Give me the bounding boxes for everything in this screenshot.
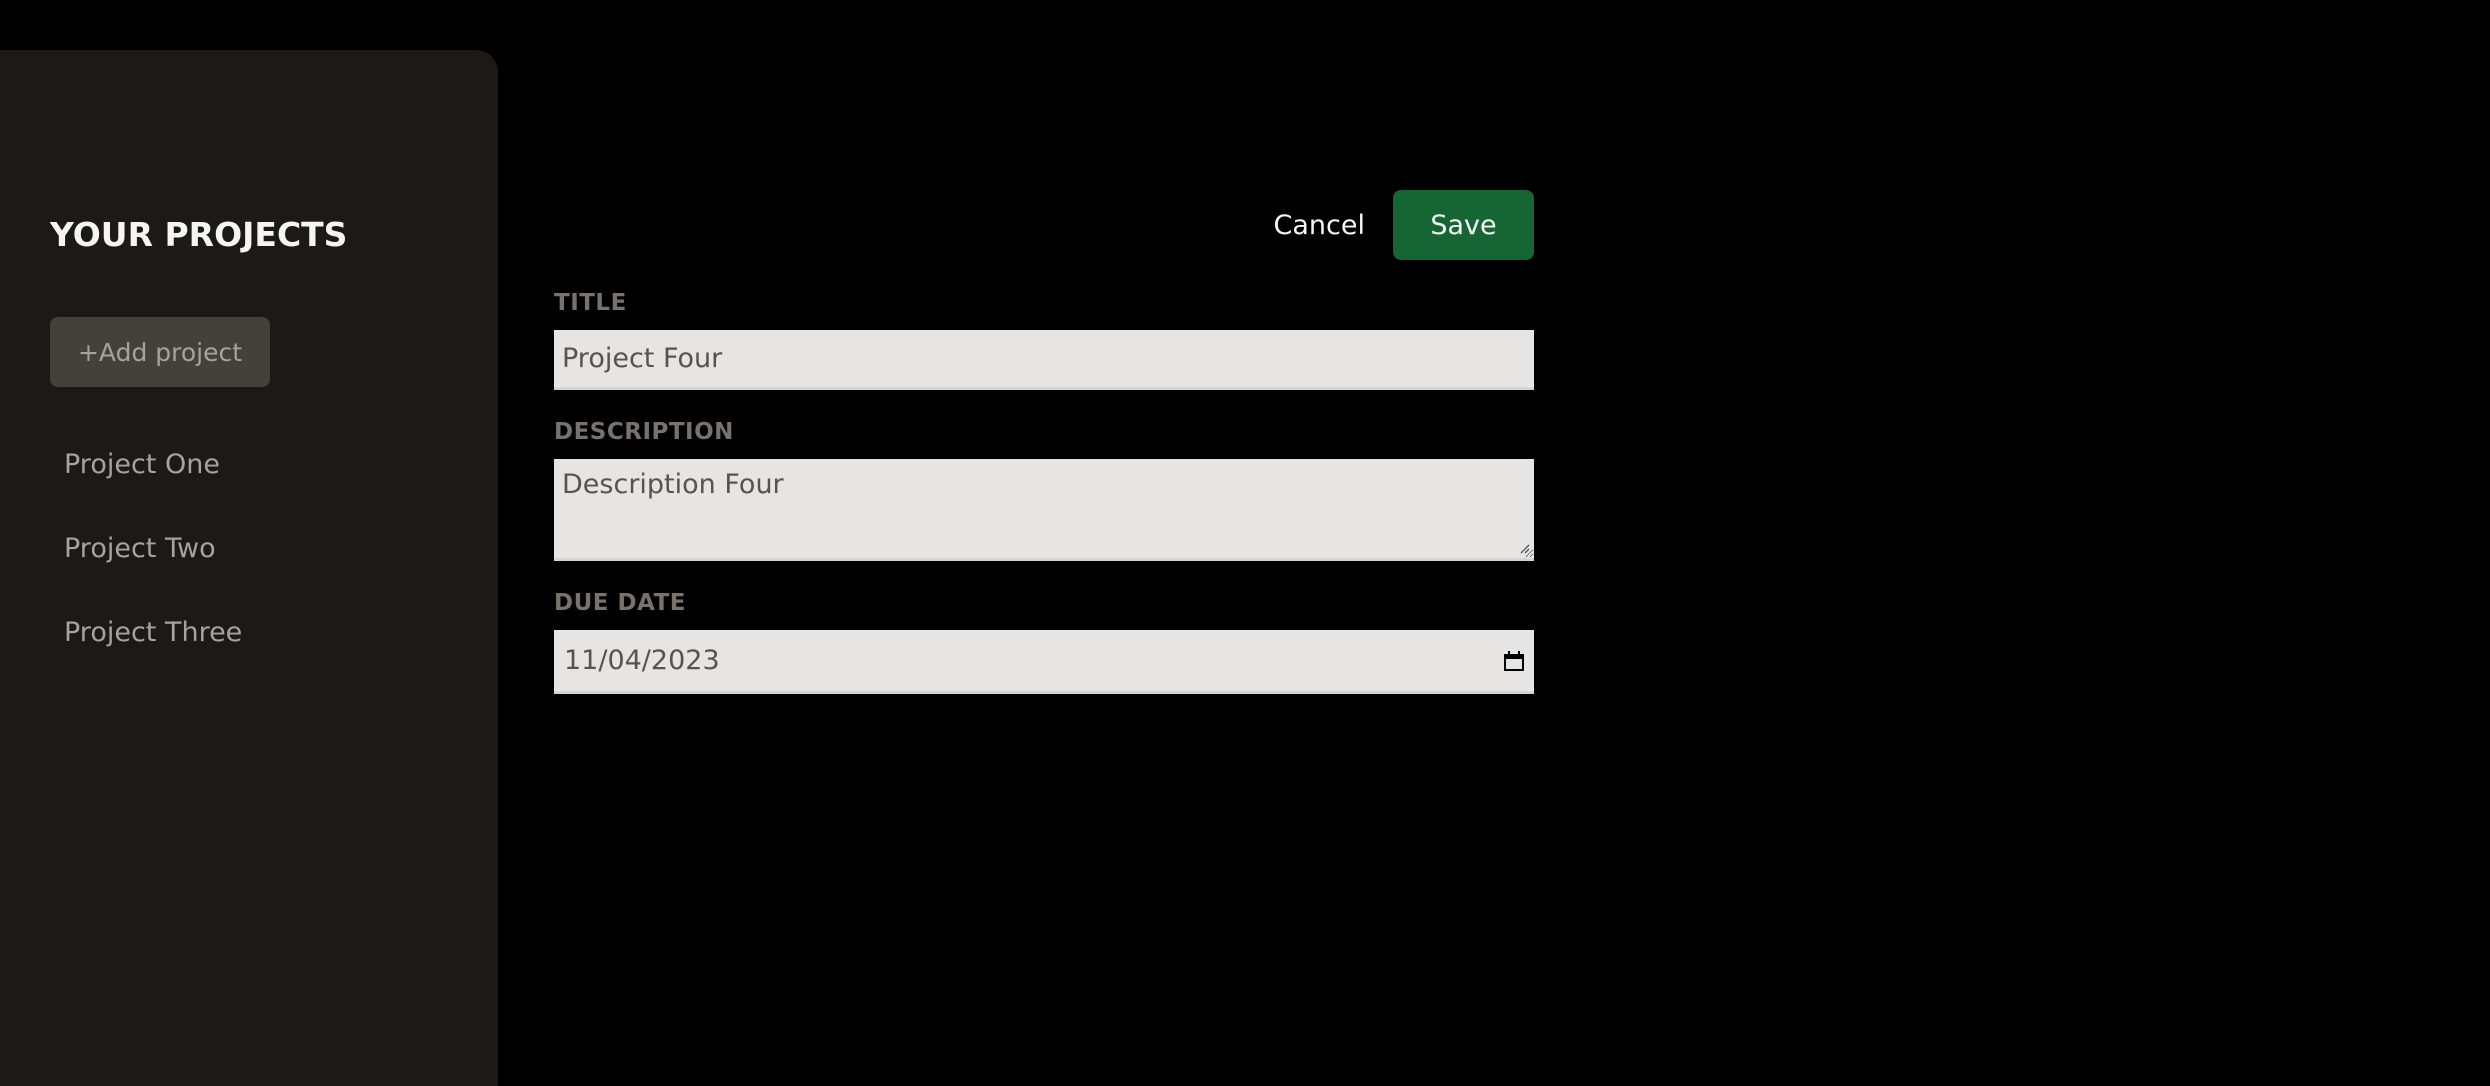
form-actions: Cancel Save bbox=[1274, 190, 1534, 260]
due-date-label: DUE DATE bbox=[554, 590, 686, 616]
project-list: Project One Project Two Project Three bbox=[50, 435, 470, 687]
page: YOUR PROJECTS +Add project Project One P… bbox=[0, 0, 2490, 1086]
sidebar: YOUR PROJECTS +Add project Project One P… bbox=[0, 50, 498, 1086]
description-textarea[interactable]: Description Four bbox=[554, 459, 1534, 561]
project-item-one[interactable]: Project One bbox=[50, 435, 470, 519]
calendar-icon[interactable] bbox=[1504, 650, 1524, 671]
description-label: DESCRIPTION bbox=[554, 419, 734, 445]
sidebar-title: YOUR PROJECTS bbox=[50, 215, 348, 254]
project-item-two[interactable]: Project Two bbox=[50, 519, 470, 603]
title-input[interactable] bbox=[554, 330, 1534, 390]
add-project-button[interactable]: +Add project bbox=[50, 317, 270, 387]
title-label: TITLE bbox=[554, 290, 627, 316]
project-item-three[interactable]: Project Three bbox=[50, 603, 470, 687]
cancel-button[interactable]: Cancel bbox=[1274, 210, 1365, 241]
due-date-input[interactable]: 11/04/2023 bbox=[554, 630, 1534, 694]
due-date-value: 11/04/2023 bbox=[564, 645, 720, 676]
resize-grip-icon[interactable] bbox=[1518, 542, 1530, 554]
save-button[interactable]: Save bbox=[1393, 190, 1534, 260]
